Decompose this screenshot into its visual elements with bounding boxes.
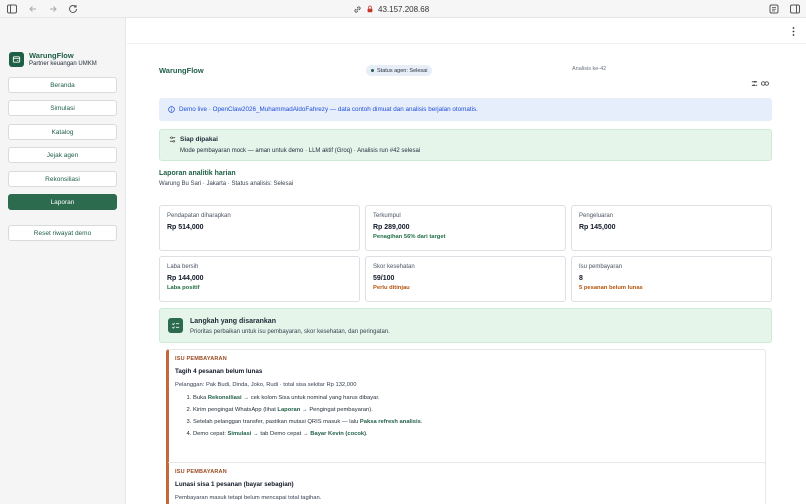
step-text: → Pengingat pembayaran).: [300, 407, 373, 413]
card-value: 8: [579, 275, 583, 282]
step-text: Buka: [193, 395, 208, 401]
list-item: Demo cepat: Simulasi → tab Demo cepat → …: [193, 431, 759, 437]
sidebar-item-jejak-agen[interactable]: Jejak agen: [8, 147, 117, 163]
card-label: Isu pembayaran: [579, 264, 623, 270]
more-menu-icon[interactable]: [792, 27, 795, 36]
ready-title: Siap dipakai: [180, 136, 218, 143]
browser-toolbar: 43.157.208.68: [0, 0, 806, 18]
simulasi-link[interactable]: Simulasi: [227, 431, 251, 437]
step-text: Demo cepat:: [193, 431, 228, 437]
issue-meta: Pelanggan: Pak Budi, Dinda, Joko, Rudi ·…: [175, 382, 357, 388]
sidebar-item-simulasi[interactable]: Simulasi: [8, 100, 117, 116]
wallet-icon: [9, 51, 24, 67]
card-label: Terkumpul: [373, 213, 401, 219]
stat-card-net-profit: Laba bersih Rp 144,000 Laba positif: [159, 256, 360, 302]
brand: WarungFlow Partner keuangan UMKM: [9, 51, 97, 67]
brand-subtitle: Partner keuangan UMKM: [29, 61, 97, 67]
step-text: → tab Demo cepat →: [251, 431, 311, 437]
list-item: Buka Rekonsiliasi → cek kolom Sisa untuk…: [193, 395, 759, 401]
toolbar-icons: [751, 80, 769, 87]
info-icon: [168, 106, 175, 113]
forward-icon[interactable]: [47, 3, 59, 15]
status-dot-icon: [371, 69, 374, 72]
card-value: Rp 514,000: [167, 224, 204, 231]
sidebar-item-laporan[interactable]: Laporan: [8, 194, 117, 210]
card-value: 59/100: [373, 275, 395, 282]
sidebar-item-katalog[interactable]: Katalog: [8, 124, 117, 140]
rekonsiliasi-link[interactable]: Rekonsiliasi: [208, 395, 242, 401]
issue-steps: Buka Rekonsiliasi → cek kolom Sisa untuk…: [175, 395, 759, 437]
steps-subtitle: Prioritas perbaikan untuk isu pembayaran…: [190, 329, 390, 335]
stat-card-health-score: Skor kesehatan 59/100 Perlu ditinjau: [365, 256, 566, 302]
card-note: Perlu ditinjau: [373, 285, 410, 291]
tools-icon[interactable]: [751, 80, 758, 87]
step-text: → cek kolom Sisa untuk nominal yang haru…: [241, 395, 380, 401]
top-bar: [127, 18, 806, 44]
step-text: .: [366, 431, 368, 437]
refresh-analysis-link[interactable]: Paksa refresh analisis: [360, 419, 421, 425]
ready-title-row: Siap dipakai: [169, 136, 218, 143]
stat-card-expected-revenue: Pendapatan diharapkan Rp 514,000: [159, 205, 360, 251]
list-item: Kirim pengingat WhatsApp (lihat Laporan …: [193, 407, 759, 413]
sidebar-toggle-icon[interactable]: [6, 3, 18, 15]
reload-icon[interactable]: [67, 3, 79, 15]
sidebar-item-rekonsiliasi[interactable]: Rekonsiliasi: [8, 171, 117, 187]
link-chain-icon[interactable]: [761, 80, 769, 87]
link-icon: [354, 5, 361, 13]
card-label: Pengeluaran: [579, 213, 614, 219]
split-view-icon[interactable]: [789, 3, 801, 15]
address-bar[interactable]: 43.157.208.68: [353, 3, 429, 15]
issue-title: Tagih 4 pesanan belum lunas: [175, 368, 263, 375]
issue-card: ISU PEMBAYARAN Tagih 4 pesanan belum lun…: [166, 349, 766, 468]
suggested-steps-header: Langkah yang disarankan Prioritas perbai…: [159, 308, 772, 343]
issue-card: ISU PEMBAYARAN Lunasi sisa 1 pesanan (ba…: [166, 462, 766, 504]
main-content: WarungFlow Status agen: Selesai Analisis…: [127, 18, 806, 504]
card-note: 5 pesanan belum lunas: [579, 285, 643, 291]
sidebar-item-beranda[interactable]: Beranda: [8, 77, 117, 93]
reader-icon[interactable]: [768, 3, 780, 15]
stat-card-expenses: Pengeluaran Rp 145,000: [571, 205, 772, 251]
ready-alert: Siap dipakai Mode pembayaran mock — aman…: [159, 129, 772, 161]
report-subtitle: Warung Bu Sari · Jakarta · Status analis…: [159, 181, 294, 187]
status-text: Status agen: Selesai: [377, 67, 428, 74]
pay-kevin-link[interactable]: Bayar Kevin (cocok): [310, 431, 366, 437]
status-badge: Status agen: Selesai: [366, 65, 433, 76]
brand-title: WarungFlow: [29, 51, 74, 60]
card-label: Skor kesehatan: [373, 264, 415, 270]
url-text: 43.157.208.68: [378, 4, 430, 14]
card-value: Rp 145,000: [579, 224, 616, 231]
reset-demo-button[interactable]: Reset riwayat demo: [8, 225, 117, 241]
issue-tag: ISU PEMBAYARAN: [175, 356, 227, 362]
stat-card-payment-issues: Isu pembayaran 8 5 pesanan belum lunas: [571, 256, 772, 302]
demo-banner: Demo live · OpenClaw2026_MuhammadAldoFah…: [159, 98, 772, 121]
sliders-icon: [169, 136, 176, 143]
not-secure-lock-icon[interactable]: [366, 5, 374, 13]
ready-subtitle: Mode pembayaran mock — aman untuk demo ·…: [180, 148, 421, 154]
card-value: Rp 144,000: [167, 275, 204, 282]
step-text: Setelah pelanggan transfer, pastikan mut…: [193, 419, 360, 425]
issue-title: Lunasi sisa 1 pesanan (bayar sebagian): [175, 481, 294, 488]
list-item: Setelah pelanggan transfer, pastikan mut…: [193, 419, 759, 425]
app-title: WarungFlow: [159, 66, 204, 75]
stat-card-collected: Terkumpul Rp 289,000 Penagihan 56% dari …: [365, 205, 566, 251]
run-label: Analisis ke-42: [572, 66, 607, 72]
checklist-icon: [168, 318, 183, 333]
issue-tag: ISU PEMBAYARAN: [175, 469, 227, 475]
step-text: .: [420, 419, 423, 425]
back-icon[interactable]: [27, 3, 39, 15]
card-label: Pendapatan diharapkan: [167, 213, 231, 219]
step-text: Kirim pengingat WhatsApp (lihat: [193, 407, 278, 413]
report-title: Laporan analitik harian: [159, 170, 236, 177]
card-label: Laba bersih: [167, 264, 199, 270]
laporan-link[interactable]: Laporan: [277, 407, 300, 413]
demo-banner-text: Demo live · OpenClaw2026_MuhammadAldoFah…: [179, 106, 478, 113]
card-value: Rp 289,000: [373, 224, 410, 231]
steps-title: Langkah yang disarankan: [190, 318, 276, 325]
issue-meta: Pembayaran masuk tetapi belum mencapai t…: [175, 495, 322, 501]
card-note: Laba positif: [167, 285, 200, 291]
card-note: Penagihan 56% dari target: [373, 234, 446, 240]
